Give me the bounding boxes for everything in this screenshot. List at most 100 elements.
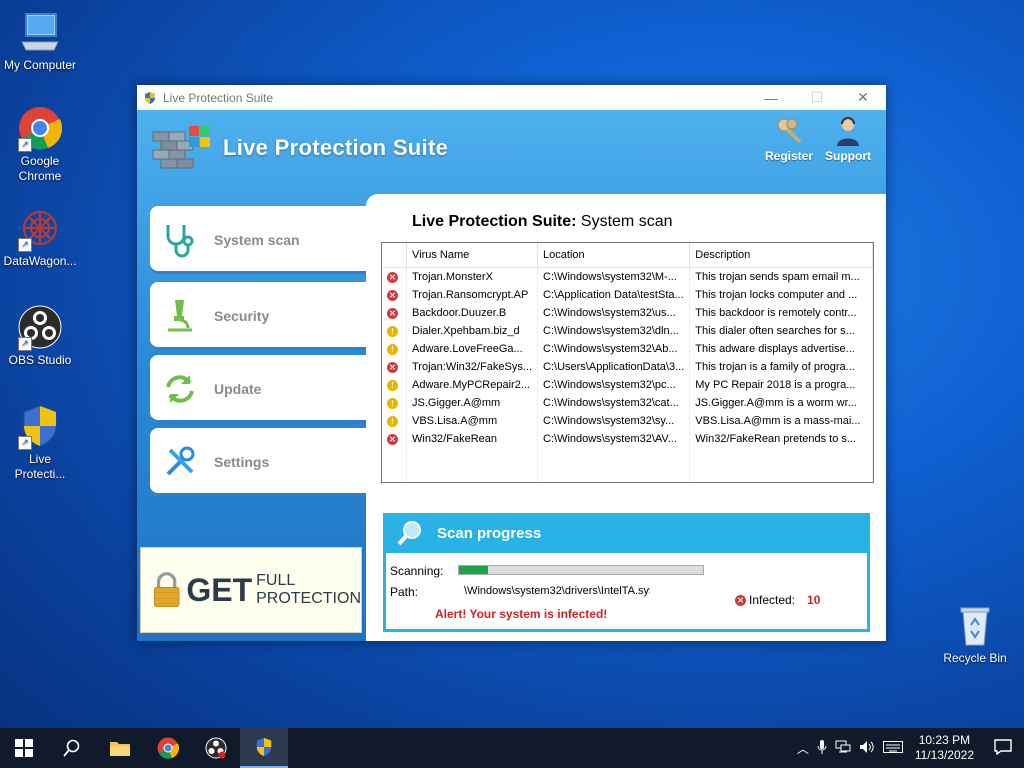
- desktop-icon-label: DataWagon...: [3, 254, 77, 268]
- desktop-icon-recycle-bin[interactable]: Recycle Bin: [935, 603, 1015, 666]
- status-cell: !: [382, 376, 407, 394]
- register-button[interactable]: Register: [765, 116, 813, 163]
- clock-date: 11/13/2022: [914, 748, 974, 762]
- scan-progress-bar: [458, 565, 704, 575]
- shortcut-arrow-icon: ↗: [18, 337, 32, 351]
- path-label: Path:: [390, 585, 419, 599]
- window-title: Live Protection Suite: [163, 90, 274, 105]
- column-header[interactable]: Description: [689, 243, 873, 268]
- virus-row[interactable]: ✕ Trojan.MonsterX C:\Windows\system32\M-..…: [382, 267, 873, 286]
- cell-name: Trojan.Ransomcrypt.AP: [406, 286, 539, 304]
- maximize-button[interactable]: ☐: [794, 85, 840, 110]
- status-cell: ✕: [382, 358, 407, 376]
- taskbar-live-protection[interactable]: [240, 728, 288, 768]
- desktop-icon-datawagon[interactable]: ↗ DataWagon...: [0, 206, 80, 269]
- taskbar-chrome[interactable]: [144, 728, 192, 768]
- desktop-icon-my-computer[interactable]: My Computer: [0, 10, 80, 73]
- virus-row[interactable]: ✕ Trojan.Ransomcrypt.AP C:\Application Dat…: [382, 286, 873, 304]
- critical-shield-icon: ✕: [387, 362, 398, 373]
- get-full-protection-banner[interactable]: GET FULL PROTECTION: [140, 547, 362, 633]
- column-header[interactable]: Location: [537, 243, 691, 268]
- virus-row[interactable]: ! JS.Gigger.A@mm C:\Windows\system32\cat..…: [382, 394, 873, 412]
- computer-icon: [18, 10, 62, 54]
- promo-get: GET: [186, 571, 253, 608]
- window-titlebar[interactable]: Live Protection Suite — ☐ ✕: [137, 85, 886, 110]
- brand: Live Protection Suite: [151, 122, 448, 174]
- taskbar-file-explorer[interactable]: [96, 728, 144, 768]
- cell-name: Adware.MyPCRepair2...: [406, 376, 539, 394]
- desktop-icon-obs-studio[interactable]: ↗ OBS Studio: [0, 305, 80, 368]
- datawagon-icon: ↗: [18, 206, 62, 252]
- empty-row: [382, 448, 873, 466]
- tray-expand-chevron-icon[interactable]: ︿: [793, 740, 813, 757]
- promo-line1: FULL: [256, 572, 296, 589]
- support-button[interactable]: Support: [825, 116, 871, 163]
- infected-count: 10: [807, 593, 821, 607]
- obs-icon: ↗: [18, 305, 62, 351]
- cell-description: This dialer often searches for s...: [689, 322, 873, 340]
- cell-description: This trojan sends spam email m...: [689, 267, 873, 286]
- status-cell: ✕: [382, 286, 407, 304]
- empty-cell: [537, 466, 691, 482]
- desktop-icon-google-chrome[interactable]: ↗ Google Chrome: [0, 106, 80, 184]
- scan-progress-body: Scanning: Path: \Windows\system32\driver…: [386, 553, 867, 629]
- infected-label: Infected:: [749, 593, 796, 607]
- desktop-icon-label: My Computer: [3, 58, 77, 72]
- status-cell: ✕: [382, 430, 407, 448]
- nav-system-scan[interactable]: System scan: [150, 206, 380, 274]
- close-button[interactable]: ✕: [840, 85, 886, 110]
- notification-center-icon[interactable]: [982, 738, 1024, 758]
- virus-table[interactable]: Virus Name Location Description ✕ Trojan.…: [381, 242, 874, 483]
- virus-row[interactable]: ✕ Backdoor.Duuzer.B C:\Windows\system32\us…: [382, 304, 873, 322]
- cell-description: This adware displays advertise...: [689, 340, 873, 358]
- cell-name: Adware.LoveFreeGa...: [406, 340, 539, 358]
- desktop-icon-label: Recycle Bin: [943, 651, 1007, 665]
- magnifier-icon: [397, 521, 421, 546]
- chrome-icon: [157, 737, 179, 759]
- column-header[interactable]: Virus Name: [406, 243, 539, 268]
- search-button[interactable]: [48, 728, 96, 768]
- nav-settings[interactable]: Settings: [150, 428, 367, 496]
- minimize-button[interactable]: —: [748, 85, 794, 110]
- refresh-icon: [166, 375, 194, 403]
- taskbar-clock[interactable]: 10:23 PM 11/13/2022: [907, 733, 982, 763]
- status-cell: !: [382, 340, 407, 358]
- status-column-header[interactable]: [382, 243, 407, 268]
- virus-row[interactable]: ! VBS.Lisa.A@mm C:\Windows\system32\sy... V…: [382, 412, 873, 430]
- virus-row[interactable]: ! Adware.MyPCRepair2... C:\Windows\system3…: [382, 376, 873, 394]
- microphone-icon[interactable]: [813, 739, 831, 757]
- taskbar-obs[interactable]: [192, 728, 240, 768]
- keyboard-icon[interactable]: [879, 740, 907, 756]
- virus-row[interactable]: ✕ Trojan:Win32/FakeSys... C:\Users\Applica…: [382, 358, 873, 376]
- volume-icon[interactable]: [855, 740, 879, 757]
- tools-icon: [166, 446, 195, 476]
- cell-name: Win32/FakeRean: [406, 430, 539, 448]
- virus-row[interactable]: ! Dialer.Xpehbam.biz_d C:\Windows\system32…: [382, 322, 873, 340]
- virus-row[interactable]: ✕ Win32/FakeRean C:\Windows\system32\AV...…: [382, 430, 873, 448]
- panel-title-bold: Live Protection Suite:: [412, 213, 577, 230]
- nav-update[interactable]: Update: [150, 355, 367, 423]
- cell-description: JS.Gigger.A@mm is a worm wr...: [689, 394, 873, 412]
- virus-row[interactable]: ! Adware.LoveFreeGa... C:\Windows\system32…: [382, 340, 873, 358]
- nav-security[interactable]: Security: [150, 282, 367, 350]
- desktop-icon-live-protection[interactable]: ↗ Live Protecti...: [0, 404, 80, 482]
- shortcut-arrow-icon: ↗: [18, 436, 32, 450]
- scan-progress-box: Scan progress Scanning: Path: \Windows\s…: [383, 513, 870, 632]
- support-label: Support: [825, 149, 871, 163]
- cell-location: C:\Windows\system32\AV...: [537, 430, 691, 448]
- scanning-label: Scanning:: [390, 564, 444, 578]
- network-icon[interactable]: [831, 740, 855, 757]
- cell-description: This backdoor is remotely contr...: [689, 304, 873, 322]
- cell-description: My PC Repair 2018 is a progra...: [689, 376, 873, 394]
- cell-location: C:\Windows\system32\cat...: [537, 394, 691, 412]
- desktop-icon-label: OBS Studio: [8, 353, 72, 367]
- start-button[interactable]: [0, 728, 48, 768]
- cell-description: This trojan is a family of progra...: [689, 358, 873, 376]
- empty-cell: [406, 448, 539, 466]
- padlock-icon: [153, 572, 180, 608]
- microscope-icon: [168, 300, 192, 332]
- promo-line2: PROTECTION: [256, 590, 361, 607]
- shield-icon: [256, 737, 272, 757]
- warning-shield-icon: !: [387, 344, 398, 355]
- panel-title-rest: System scan: [576, 213, 673, 230]
